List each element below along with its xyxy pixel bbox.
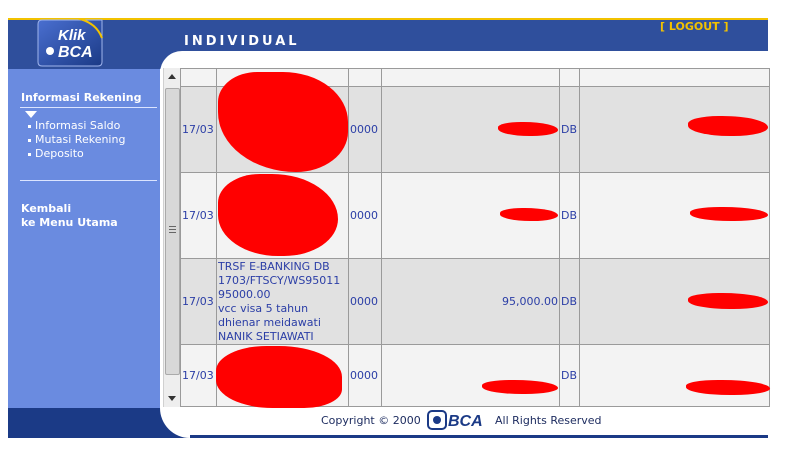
bullet-icon — [28, 138, 31, 142]
logout-link[interactable]: [ LOGOUT ] — [660, 20, 729, 33]
sidebar-divider — [20, 180, 157, 181]
klikbca-logo: Klik BCA — [37, 18, 103, 67]
redaction-mark — [482, 380, 558, 394]
sidebar-item-label: Informasi Saldo — [35, 119, 121, 132]
tx-description-line: 95000.00 — [218, 287, 271, 301]
rights-text: All Rights Reserved — [495, 414, 602, 427]
tx-description-line: dhienar meidawati — [218, 315, 321, 329]
tx-date: 17/03 — [180, 344, 217, 407]
tx-type: DB — [559, 172, 580, 259]
table-row: 17/03 TRSF E-BANKING DB 1703/FTSCY/WS950… — [180, 258, 770, 345]
tx-type: DB — [559, 258, 580, 345]
bullet-icon — [28, 124, 31, 128]
redaction-mark — [498, 122, 558, 136]
back-link-line2: ke Menu Utama — [21, 216, 118, 229]
page-title: INDIVIDUAL — [184, 34, 300, 49]
copyright-text: Copyright © 2000 — [321, 414, 421, 427]
tx-branch: 0000 — [348, 344, 382, 407]
header-bar — [8, 20, 768, 51]
tx-description-line: TRSF E-BANKING DB — [218, 259, 330, 273]
sidebar-item-label: Deposito — [35, 147, 84, 160]
sidebar-section-title: Informasi Rekening — [21, 91, 142, 104]
sidebar-divider — [20, 107, 157, 108]
bullet-icon — [28, 152, 31, 156]
logo-bottom-text: BCA — [58, 44, 93, 61]
footer-band — [8, 408, 160, 438]
redaction-mark — [216, 346, 342, 408]
redaction-mark — [500, 208, 558, 221]
tx-date: 17/03 — [180, 86, 217, 173]
tx-branch: 0000 — [348, 172, 382, 259]
tx-branch: 0000 — [348, 258, 382, 345]
tx-date: 17/03 — [180, 172, 217, 259]
expand-arrow-icon — [25, 111, 37, 118]
back-link-line1: Kembali — [21, 202, 72, 215]
sidebar-item-informasi-saldo[interactable]: Informasi Saldo — [28, 119, 120, 132]
logo-top-text: Klik — [58, 27, 86, 44]
scrollbar-thumb[interactable] — [165, 88, 180, 375]
tx-branch: 0000 — [348, 86, 382, 173]
redaction-mark — [688, 116, 768, 136]
redaction-mark — [690, 207, 768, 221]
redaction-mark — [688, 293, 768, 309]
sidebar-item-deposito[interactable]: Deposito — [28, 147, 84, 160]
scroll-down-arrow-icon[interactable] — [168, 396, 176, 401]
footer-logo-text: BCA — [448, 413, 483, 430]
tx-description-line: vcc visa 5 tahun — [218, 301, 309, 315]
scroll-up-arrow-icon[interactable] — [168, 74, 176, 79]
redaction-mark — [686, 380, 770, 395]
sidebar-item-mutasi-rekening[interactable]: Mutasi Rekening — [28, 133, 125, 146]
tx-balance — [579, 344, 770, 407]
footer-rule — [190, 435, 768, 438]
tx-description-line: NANIK SETIAWATI — [218, 329, 314, 343]
tx-amount — [381, 344, 560, 407]
tx-type: DB — [559, 344, 580, 407]
tx-type: DB — [559, 86, 580, 173]
back-to-main-menu-link[interactable]: Kembali ke Menu Utama — [21, 202, 118, 230]
sidebar: Informasi Rekening Informasi Saldo Mutas… — [8, 69, 160, 408]
tx-description-line: 1703/FTSCY/WS95011 — [218, 273, 341, 287]
tx-date: 17/03 — [180, 258, 217, 345]
tx-amount: 95,000.00 — [381, 258, 560, 345]
bca-footer-logo: BCA — [427, 410, 483, 430]
tx-description: TRSF E-BANKING DB 1703/FTSCY/WS95011 950… — [216, 258, 349, 345]
sidebar-item-label: Mutasi Rekening — [35, 133, 126, 146]
